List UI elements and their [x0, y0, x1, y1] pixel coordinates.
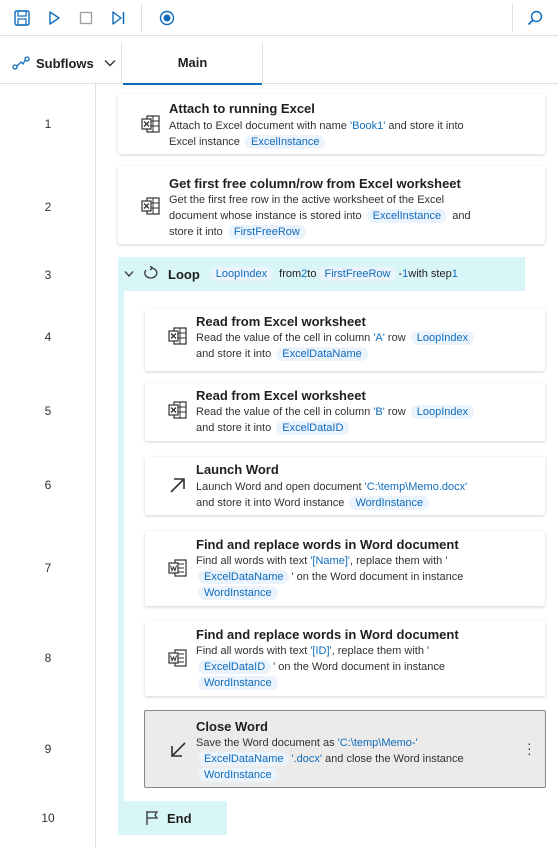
line-number: 10 [41, 811, 55, 825]
line-number: 1 [44, 117, 52, 131]
action-read-excel-b[interactable]: Read from Excel worksheet Read the value… [145, 383, 545, 441]
subflows-dropdown[interactable]: Subflows [0, 43, 122, 83]
toolbar-separator [141, 4, 142, 32]
record-icon[interactable] [157, 8, 177, 28]
more-options-icon[interactable]: · · · [527, 736, 532, 760]
variable-pill: ExcelDataID [276, 421, 350, 435]
stop-icon[interactable] [76, 8, 96, 28]
action-title: Find and replace words in Word document [196, 627, 459, 642]
subflows-icon [12, 56, 30, 70]
action-end[interactable]: End [118, 801, 227, 835]
action-launch-word[interactable]: Launch Word Launch Word and open documen… [145, 457, 545, 515]
variable-pill: WordInstance [198, 768, 278, 782]
action-title: Read from Excel worksheet [196, 314, 366, 329]
action-description: Find all words with text '[ID]', replace… [196, 645, 446, 690]
run-next-action-icon[interactable] [108, 8, 128, 28]
variable-pill: WordInstance [198, 586, 278, 600]
line-number: 3 [44, 268, 52, 282]
excel-icon [141, 197, 160, 215]
action-title: Launch Word [196, 462, 279, 477]
line-number: 6 [44, 478, 52, 492]
tab-bar: Subflows Main [0, 43, 558, 85]
variable-pill: ExcelInstance [366, 209, 448, 223]
action-loop[interactable]: Loop LoopIndex from 2 to FirstFreeRow - … [118, 257, 525, 291]
close-arrow-icon [171, 742, 186, 757]
loop-keyword: Loop [168, 266, 200, 282]
line-number: 2 [44, 200, 52, 214]
variable-pill: ExcelDataName [276, 347, 368, 361]
variable-pill: LoopIndex [209, 267, 274, 281]
action-find-replace-id[interactable]: Find and replace words in Word document … [145, 621, 545, 696]
action-description: Read the value of the cell in column 'A'… [196, 330, 476, 362]
action-description: Get the first free row in the active wor… [169, 194, 471, 239]
line-number: 9 [44, 742, 52, 756]
end-keyword: End [167, 810, 192, 826]
variable-pill: WordInstance [349, 496, 430, 510]
excel-icon [141, 115, 160, 133]
action-attach-excel[interactable]: Attach to running Excel Attach to Excel … [118, 94, 545, 154]
toolbar [0, 0, 558, 36]
save-icon[interactable] [12, 8, 32, 28]
line-number: 4 [44, 330, 52, 344]
line-number: 8 [44, 651, 52, 665]
word-icon [168, 559, 187, 577]
run-icon[interactable] [44, 8, 64, 28]
launch-arrow-icon [170, 478, 185, 493]
line-number: 5 [44, 404, 52, 418]
tab-main[interactable]: Main [123, 43, 263, 85]
action-title: Find and replace words in Word document [196, 537, 459, 552]
action-description: Attach to Excel document with name 'Book… [169, 120, 464, 149]
variable-pill: ExcelInstance [244, 135, 326, 149]
variable-pill: LoopIndex [410, 331, 475, 345]
variable-pill: WordInstance [198, 676, 278, 690]
collapse-chevron-icon[interactable] [124, 270, 134, 278]
variable-pill: FirstFreeRow [227, 225, 306, 239]
toolbar-separator [512, 4, 513, 32]
line-number-gutter: 1 2 3 4 5 6 7 8 9 10 [0, 84, 96, 848]
action-description: Launch Word and open document 'C:\temp\M… [196, 481, 468, 510]
variable-pill: ExcelDataName [198, 570, 290, 584]
variable-pill: ExcelDataID [198, 660, 272, 674]
chevron-down-icon [104, 60, 116, 67]
action-title: Read from Excel worksheet [196, 388, 366, 403]
variable-pill: FirstFreeRow [318, 267, 397, 281]
word-icon [168, 649, 187, 667]
action-find-replace-name[interactable]: Find and replace words in Word document … [145, 531, 545, 606]
variable-pill: LoopIndex [410, 405, 475, 419]
action-close-word[interactable]: Close Word Save the Word document as 'C:… [144, 710, 546, 788]
action-read-excel-a[interactable]: Read from Excel worksheet Read the value… [145, 309, 545, 371]
action-description: Find all words with text '[Name]', repla… [196, 555, 464, 600]
loop-icon [144, 266, 158, 279]
subflows-label: Subflows [36, 55, 94, 71]
search-icon[interactable] [525, 8, 545, 28]
action-description: Read the value of the cell in column 'B'… [196, 404, 476, 436]
action-title: Get first free column/row from Excel wor… [169, 176, 461, 191]
excel-icon [168, 401, 187, 419]
variable-pill: ExcelDataName [198, 752, 290, 766]
line-number: 7 [44, 561, 52, 575]
excel-icon [168, 327, 187, 345]
action-description: Save the Word document as 'C:\temp\Memo-… [196, 737, 464, 782]
action-get-first-free-row[interactable]: Get first free column/row from Excel wor… [118, 166, 545, 244]
action-title: Attach to running Excel [169, 101, 315, 116]
flag-icon [146, 811, 159, 825]
action-title: Close Word [196, 719, 268, 734]
